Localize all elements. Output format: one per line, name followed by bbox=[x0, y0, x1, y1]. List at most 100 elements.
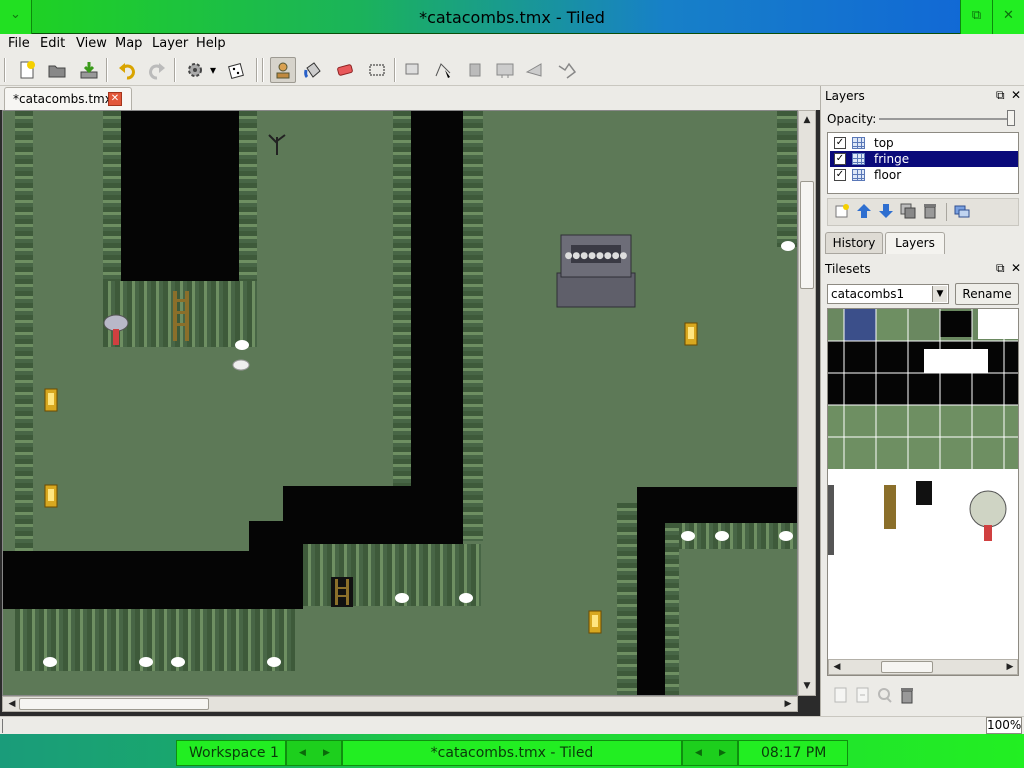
close-icon[interactable]: ✕ bbox=[992, 0, 1024, 34]
command-dropdown-icon[interactable]: ▾ bbox=[206, 57, 220, 83]
workspace-label: Workspace 1 bbox=[189, 745, 279, 761]
object-select-icon[interactable] bbox=[400, 57, 426, 83]
scroll-right-icon[interactable]: ▶ bbox=[781, 697, 795, 711]
scroll-up-icon[interactable]: ▲ bbox=[800, 113, 814, 127]
insert-polyline-icon[interactable] bbox=[554, 57, 580, 83]
delete-layer-icon[interactable] bbox=[922, 203, 938, 222]
bucket-fill-icon[interactable] bbox=[300, 57, 326, 83]
tileset-scroll-thumb[interactable] bbox=[881, 661, 933, 673]
scroll-right-icon[interactable]: ▶ bbox=[1003, 660, 1017, 674]
insert-image-icon[interactable] bbox=[492, 57, 518, 83]
next-window-icon[interactable]: ▶ bbox=[719, 741, 726, 765]
bones-sprite bbox=[459, 593, 473, 603]
raise-layer-icon[interactable] bbox=[856, 203, 872, 222]
workspace-arrows[interactable]: ◀ ▶ bbox=[286, 740, 342, 766]
document-tab-label: *catacombs.tmx bbox=[13, 92, 112, 106]
restore-icon[interactable]: ⧉ bbox=[960, 0, 992, 34]
tile-layer-icon bbox=[852, 153, 865, 165]
bones-sprite bbox=[43, 657, 57, 667]
tileset-select[interactable]: catacombs1 ▼ bbox=[827, 284, 949, 304]
opacity-slider-handle[interactable] bbox=[1007, 110, 1015, 126]
layer-properties-icon[interactable] bbox=[954, 203, 970, 222]
document-tab[interactable]: *catacombs.tmx ✕ bbox=[4, 87, 132, 110]
taskbar: Workspace 1 ◀ ▶ *catacombs.tmx - Tiled ◀… bbox=[0, 734, 1024, 768]
map-wall bbox=[121, 111, 239, 281]
insert-polygon-icon[interactable] bbox=[522, 57, 548, 83]
layer-visibility-checkbox[interactable]: ✓ bbox=[834, 137, 846, 149]
lantern-sprite bbox=[44, 484, 58, 508]
stone-altar: ●●●●●●●● bbox=[556, 234, 636, 308]
rename-button[interactable]: Rename bbox=[955, 283, 1019, 305]
layer-visibility-checkbox[interactable]: ✓ bbox=[834, 169, 846, 181]
window-arrows[interactable]: ◀ ▶ bbox=[682, 740, 738, 766]
menu-bar: File Edit View Map Layer Help bbox=[0, 34, 1024, 54]
bones-sprite bbox=[395, 593, 409, 603]
command-icon[interactable] bbox=[182, 57, 208, 83]
taskbar-window-button[interactable]: *catacombs.tmx - Tiled bbox=[342, 740, 682, 766]
tileset-properties-icon[interactable] bbox=[877, 686, 893, 707]
clock: 08:17 PM bbox=[738, 740, 848, 766]
title-bar: ⌄ *catacombs.tmx - Tiled ⧉ ✕ bbox=[0, 0, 1024, 34]
workspace-switcher[interactable]: Workspace 1 bbox=[176, 740, 286, 766]
chevron-down-icon[interactable]: ▼ bbox=[932, 286, 947, 302]
opacity-slider-track[interactable] bbox=[879, 118, 1015, 120]
insert-rect-icon[interactable] bbox=[462, 57, 488, 83]
random-icon[interactable] bbox=[224, 57, 250, 83]
eraser-icon[interactable] bbox=[332, 57, 358, 83]
tileset-view[interactable]: ◀ ▶ bbox=[827, 308, 1019, 676]
menu-layer[interactable]: Layer bbox=[152, 36, 188, 51]
layer-actions-bar bbox=[827, 198, 1019, 226]
edit-polygon-icon[interactable] bbox=[430, 57, 456, 83]
zoom-level[interactable]: 100% bbox=[986, 717, 1022, 734]
tab-history[interactable]: History bbox=[825, 232, 883, 254]
undo-icon[interactable] bbox=[114, 57, 140, 83]
new-tileset-icon[interactable] bbox=[833, 686, 849, 707]
menu-file[interactable]: File bbox=[8, 36, 30, 51]
menu-map[interactable]: Map bbox=[115, 36, 142, 51]
layer-row-fringe[interactable]: ✓ fringe bbox=[830, 151, 1018, 167]
save-icon[interactable] bbox=[76, 57, 102, 83]
delete-tileset-icon[interactable] bbox=[899, 686, 915, 707]
rect-select-icon[interactable] bbox=[364, 57, 390, 83]
import-tileset-icon[interactable] bbox=[855, 686, 871, 707]
map-cliff-edge bbox=[463, 111, 483, 541]
scroll-left-icon[interactable]: ◀ bbox=[5, 697, 19, 711]
float-panel-icon[interactable]: ⧉ bbox=[996, 261, 1005, 276]
duplicate-layer-icon[interactable] bbox=[900, 203, 916, 222]
close-panel-icon[interactable]: ✕ bbox=[1011, 88, 1021, 102]
bones-sprite bbox=[781, 241, 795, 251]
map-canvas[interactable]: ●●●●●●●● bbox=[2, 110, 798, 696]
tab-layers[interactable]: Layers bbox=[885, 232, 945, 254]
vertical-scroll-thumb[interactable] bbox=[800, 181, 814, 289]
horizontal-scroll-thumb[interactable] bbox=[19, 698, 209, 710]
toolbar-separator bbox=[106, 58, 108, 82]
prev-window-icon[interactable]: ◀ bbox=[695, 741, 702, 765]
toolbar-grip bbox=[262, 58, 264, 82]
close-tab-icon[interactable]: ✕ bbox=[108, 92, 122, 106]
toolbar-separator bbox=[946, 203, 947, 221]
lower-layer-icon[interactable] bbox=[878, 203, 894, 222]
menu-edit[interactable]: Edit bbox=[40, 36, 65, 51]
redo-icon[interactable] bbox=[144, 57, 170, 83]
layer-row-floor[interactable]: ✓ floor bbox=[830, 167, 1018, 183]
prev-workspace-icon[interactable]: ◀ bbox=[299, 741, 306, 765]
tilesets-panel-title: Tilesets bbox=[825, 262, 871, 276]
layer-visibility-checkbox[interactable]: ✓ bbox=[834, 153, 846, 165]
stamp-brush-icon[interactable] bbox=[270, 57, 296, 83]
menu-view[interactable]: View bbox=[76, 36, 107, 51]
open-icon[interactable] bbox=[44, 57, 70, 83]
close-panel-icon[interactable]: ✕ bbox=[1011, 261, 1021, 275]
next-workspace-icon[interactable]: ▶ bbox=[323, 741, 330, 765]
scroll-left-icon[interactable]: ◀ bbox=[830, 660, 844, 674]
ladder-sprite bbox=[173, 291, 189, 341]
add-layer-icon[interactable] bbox=[834, 203, 850, 222]
tileset-horizontal-scrollbar[interactable]: ◀ ▶ bbox=[828, 659, 1018, 675]
new-file-icon[interactable] bbox=[14, 57, 40, 83]
map-horizontal-scrollbar[interactable]: ◀ ▶ bbox=[2, 696, 798, 712]
layer-row-top[interactable]: ✓ top bbox=[830, 135, 1018, 151]
tilesets-panel-header: Tilesets ⧉ ✕ bbox=[823, 260, 1023, 278]
scroll-down-icon[interactable]: ▼ bbox=[800, 679, 814, 693]
menu-help[interactable]: Help bbox=[196, 36, 226, 51]
map-vertical-scrollbar[interactable]: ▲ ▼ bbox=[798, 110, 816, 696]
float-panel-icon[interactable]: ⧉ bbox=[996, 88, 1005, 103]
